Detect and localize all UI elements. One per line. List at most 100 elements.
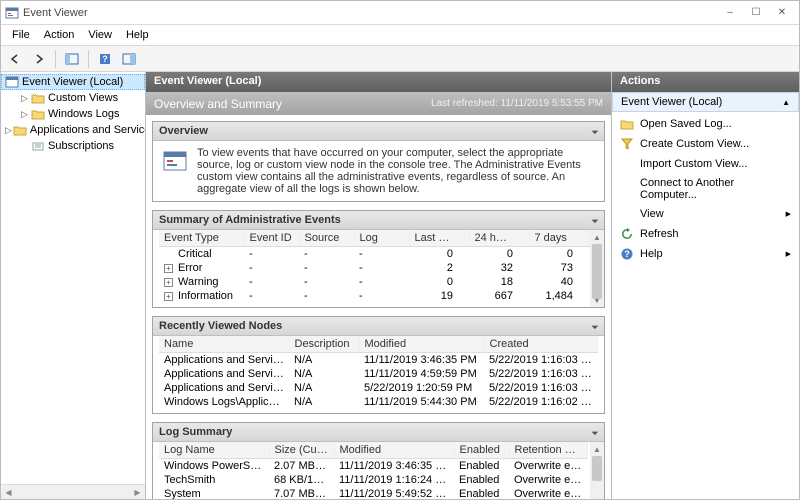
horizontal-scrollbar[interactable]: ◀ ▶ <box>1 484 145 499</box>
menu-view[interactable]: View <box>81 27 119 43</box>
action-item[interactable]: Open Saved Log... <box>612 114 799 134</box>
menu-action[interactable]: Action <box>37 27 82 43</box>
col-name[interactable]: Name <box>159 336 289 353</box>
actions-group-header[interactable]: Event Viewer (Local) ▲ <box>612 92 799 112</box>
overview-header[interactable]: Overview 🞃 <box>153 122 604 141</box>
col-created[interactable]: Created <box>484 336 598 353</box>
table-row[interactable]: TechSmith68 KB/16 ...11/11/2019 1:16:24 … <box>159 473 588 487</box>
table-row[interactable]: Applications and Service...N/A11/11/2019… <box>159 353 598 368</box>
menu-help[interactable]: Help <box>119 27 156 43</box>
action-item[interactable]: Create Custom View... <box>612 134 799 154</box>
action-label: Create Custom View... <box>640 138 749 150</box>
show-hide-tree-button[interactable] <box>61 48 83 70</box>
forward-button[interactable] <box>28 48 50 70</box>
recent-nodes-header[interactable]: Recently Viewed Nodes 🞃 <box>153 317 604 336</box>
col-last-hour[interactable]: Last hour <box>409 230 469 247</box>
action-item[interactable]: Import Custom View... <box>612 154 799 174</box>
action-item[interactable]: View▶ <box>612 204 799 224</box>
log-summary-label: Log Summary <box>159 426 232 438</box>
log-summary-panel: Log Summary 🞃 Log Name Size (Curr... Mod… <box>152 422 605 499</box>
collapse-icon[interactable]: 🞃 <box>592 215 598 226</box>
title-bar: Event Viewer – ☐ ✕ <box>1 1 799 25</box>
chevron-right-icon: ▶ <box>786 250 791 258</box>
minimize-button[interactable]: – <box>717 3 743 23</box>
recent-nodes-label: Recently Viewed Nodes <box>159 320 282 332</box>
scroll-right-icon[interactable]: ▶ <box>130 486 145 499</box>
funnel-icon <box>620 137 634 151</box>
col-size[interactable]: Size (Curr... <box>269 442 334 459</box>
table-row[interactable]: +Warning---01840 <box>159 275 589 289</box>
tree-item-windows-logs[interactable]: ▷ Windows Logs <box>1 106 145 122</box>
action-item[interactable]: ?Help▶ <box>612 244 799 264</box>
vertical-scrollbar[interactable]: ▲▼ <box>590 230 604 307</box>
action-item[interactable]: Connect to Another Computer... <box>612 174 799 204</box>
recent-nodes-panel: Recently Viewed Nodes 🞃 Name Description… <box>152 316 605 414</box>
col-event-type[interactable]: Event Type <box>159 230 244 247</box>
table-row[interactable]: System7.07 MB/2...11/11/2019 5:49:52 PME… <box>159 487 588 499</box>
collapse-icon[interactable]: 🞃 <box>592 126 598 137</box>
content-subtitle: Overview and Summary <box>154 97 282 111</box>
overview-header-label: Overview <box>159 125 208 137</box>
overview-panel: Overview 🞃 To view events that have occu… <box>152 121 605 202</box>
col-7-days[interactable]: 7 days <box>529 230 589 247</box>
action-label: Connect to Another Computer... <box>640 177 791 201</box>
scroll-track[interactable] <box>16 486 130 499</box>
none-icon <box>620 207 634 221</box>
toolbar-separator <box>55 50 56 68</box>
table-row[interactable]: Windows Logs\Applicati...N/A11/11/2019 5… <box>159 395 598 409</box>
table-row[interactable]: Windows PowerShell2.07 MB/1...11/11/2019… <box>159 459 588 474</box>
action-label: Refresh <box>640 228 679 240</box>
help-button[interactable]: ? <box>94 48 116 70</box>
expand-icon[interactable]: ▷ <box>19 93 30 104</box>
none-icon <box>620 157 634 171</box>
log-summary-table[interactable]: Log Name Size (Curr... Modified Enabled … <box>159 442 588 499</box>
close-button[interactable]: ✕ <box>769 3 795 23</box>
subscriptions-icon <box>31 139 45 153</box>
col-description[interactable]: Description <box>289 336 359 353</box>
tree-item-subscriptions[interactable]: Subscriptions <box>1 138 145 154</box>
expand-icon[interactable]: ▷ <box>19 109 30 120</box>
col-source[interactable]: Source <box>299 230 354 247</box>
tree-item-applications[interactable]: ▷ Applications and Services <box>1 122 145 138</box>
admin-summary-header[interactable]: Summary of Administrative Events 🞃 <box>153 211 604 230</box>
maximize-button[interactable]: ☐ <box>743 3 769 23</box>
expand-icon[interactable]: ▷ <box>5 125 12 136</box>
action-label: Open Saved Log... <box>640 118 732 130</box>
col-modified[interactable]: Modified <box>334 442 454 459</box>
collapse-icon[interactable]: 🞃 <box>592 321 598 332</box>
menu-bar: File Action View Help <box>1 25 799 46</box>
col-enabled[interactable]: Enabled <box>454 442 509 459</box>
scroll-left-icon[interactable]: ◀ <box>1 486 16 499</box>
log-summary-header[interactable]: Log Summary 🞃 <box>153 423 604 442</box>
col-log[interactable]: Log <box>354 230 409 247</box>
menu-file[interactable]: File <box>5 27 37 43</box>
tree[interactable]: Event Viewer (Local) ▷ Custom Views ▷ Wi… <box>1 72 145 484</box>
actions-header: Actions <box>612 72 799 92</box>
admin-summary-panel: Summary of Administrative Events 🞃 Event… <box>152 210 605 308</box>
table-row[interactable]: Applications and Service...N/A5/22/2019 … <box>159 381 598 395</box>
action-item[interactable]: Refresh <box>612 224 799 244</box>
col-24-hours[interactable]: 24 hours <box>469 230 529 247</box>
actions-pane: Actions Event Viewer (Local) ▲ Open Save… <box>612 72 799 499</box>
properties-button[interactable] <box>118 48 140 70</box>
col-log-name[interactable]: Log Name <box>159 442 269 459</box>
col-event-id[interactable]: Event ID <box>244 230 299 247</box>
collapse-icon[interactable]: 🞃 <box>592 427 598 438</box>
table-row[interactable]: Critical---000 <box>159 247 589 262</box>
col-retention[interactable]: Retention Policy <box>509 442 588 459</box>
admin-summary-table[interactable]: Event Type Event ID Source Log Last hour… <box>159 230 590 303</box>
toolbar-separator <box>88 50 89 68</box>
vertical-scrollbar[interactable]: ▲▼ <box>590 442 604 499</box>
tree-root[interactable]: Event Viewer (Local) <box>1 74 145 90</box>
table-row[interactable]: +Error---23273 <box>159 261 589 275</box>
refresh-icon <box>620 227 634 241</box>
col-modified[interactable]: Modified <box>359 336 484 353</box>
recent-nodes-table[interactable]: Name Description Modified Created Applic… <box>159 336 598 409</box>
admin-summary-label: Summary of Administrative Events <box>159 214 341 226</box>
table-row[interactable]: +Information---196671,484 <box>159 289 589 303</box>
table-row[interactable]: Applications and Service...N/A11/11/2019… <box>159 367 598 381</box>
folder-icon <box>31 91 45 105</box>
tree-item-label: Windows Logs <box>48 108 120 120</box>
back-button[interactable] <box>4 48 26 70</box>
tree-item-custom-views[interactable]: ▷ Custom Views <box>1 90 145 106</box>
